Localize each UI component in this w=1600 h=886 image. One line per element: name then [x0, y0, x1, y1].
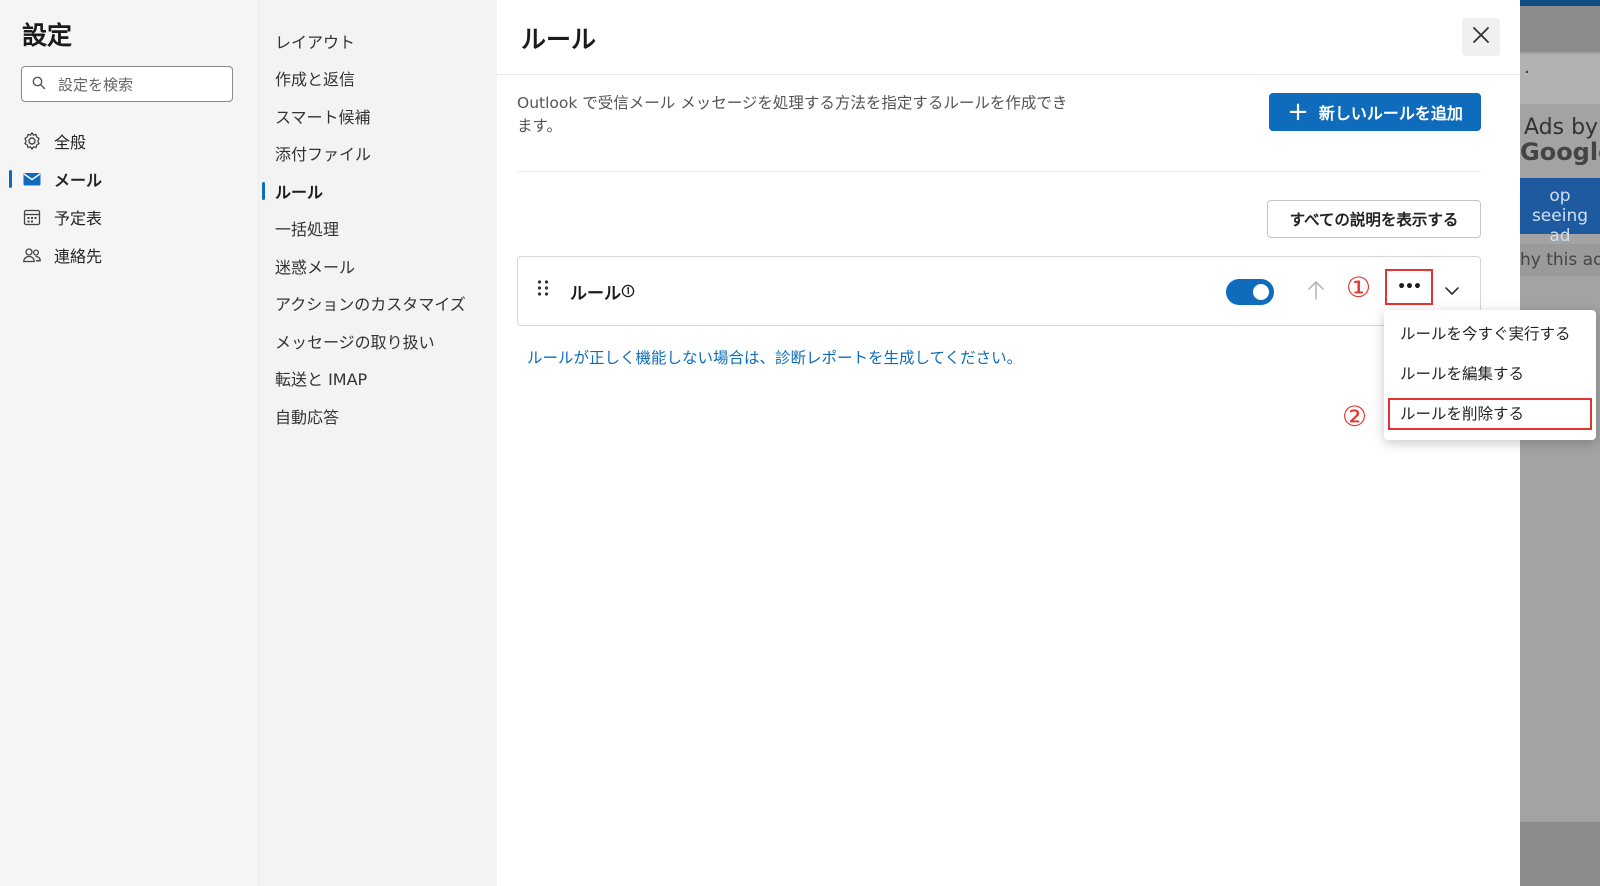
calendar-icon: [22, 207, 42, 227]
mail-settings-list: レイアウト 作成と返信 スマート候補 添付ファイル ルール 一括処理 迷惑メール…: [259, 22, 497, 435]
category-calendar[interactable]: 予定表: [0, 198, 258, 236]
mail-icon: [22, 169, 42, 189]
mail-nav-sweep[interactable]: 一括処理: [259, 210, 497, 248]
settings-dialog: 設定 全般 メール: [0, 0, 1520, 886]
gear-icon: [22, 131, 42, 151]
section-divider: [517, 171, 1481, 172]
settings-category-pane: 設定 全般 メール: [0, 0, 258, 886]
settings-title: 設定: [22, 21, 73, 50]
move-up-icon[interactable]: [1306, 279, 1326, 305]
mail-nav-junk[interactable]: 迷惑メール: [259, 247, 497, 285]
ad-dot: ·: [1524, 62, 1530, 83]
mail-nav-customize-actions[interactable]: アクションのカスタマイズ: [259, 285, 497, 323]
rules-panel: ルール Outlook で受信メール メッセージを処理する方法を指定するルールを…: [497, 0, 1520, 886]
mail-nav-attachments[interactable]: 添付ファイル: [259, 135, 497, 173]
category-label: 連絡先: [54, 247, 103, 266]
why-this-ad-link[interactable]: hy this ad?: [1520, 244, 1600, 276]
menu-run-rule-now[interactable]: ルールを今すぐ実行する: [1388, 318, 1592, 350]
rule-enabled-toggle[interactable]: [1226, 279, 1274, 305]
category-label: 予定表: [54, 209, 103, 228]
stop-seeing-ad-button[interactable]: op seeing ad: [1520, 178, 1600, 246]
plus-icon: +: [1287, 97, 1309, 127]
category-label: 全般: [54, 133, 87, 152]
show-all-descriptions-button[interactable]: すべての説明を表示する: [1267, 200, 1481, 238]
add-new-rule-button[interactable]: + 新しいルールを追加: [1269, 93, 1481, 131]
people-icon: [22, 245, 42, 265]
category-mail[interactable]: メール: [0, 160, 258, 198]
add-new-rule-label: 新しいルールを追加: [1318, 104, 1463, 123]
settings-search-box[interactable]: [21, 66, 233, 102]
annotation-marker-1: ①: [1346, 271, 1372, 304]
settings-search-input[interactable]: [56, 72, 230, 98]
page-title: ルール: [521, 25, 597, 54]
category-label: メール: [54, 171, 103, 190]
rule-name: ルール: [570, 284, 621, 304]
category-contacts[interactable]: 連絡先: [0, 236, 258, 274]
close-button[interactable]: [1462, 18, 1500, 56]
more-options-button[interactable]: •••: [1385, 269, 1433, 305]
mail-nav-forwarding-imap[interactable]: 転送と IMAP: [259, 360, 497, 398]
header-divider: [497, 74, 1520, 75]
ad-header-box: [1520, 54, 1600, 104]
search-icon: [32, 75, 46, 94]
info-icon: [621, 283, 635, 302]
settings-category-list: 全般 メール 予定表 連絡先: [0, 122, 258, 274]
rule-options-menu: ルールを今すぐ実行する ルールを編集する ルールを削除する: [1384, 310, 1596, 440]
menu-edit-rule[interactable]: ルールを編集する: [1388, 358, 1592, 390]
chevron-down-icon[interactable]: [1443, 283, 1461, 302]
mail-nav-smart-suggestions[interactable]: スマート候補: [259, 97, 497, 135]
more-icon: •••: [1397, 279, 1422, 295]
google-label: Google: [1520, 138, 1600, 166]
mail-nav-layout[interactable]: レイアウト: [259, 22, 497, 60]
mail-nav-compose-reply[interactable]: 作成と返信: [259, 60, 497, 98]
category-general[interactable]: 全般: [0, 122, 258, 160]
rules-description: Outlook で受信メール メッセージを処理する方法を指定するルールを作成でき…: [517, 94, 1068, 135]
drag-handle-icon[interactable]: [536, 279, 550, 301]
rule-row: ルール ① •••: [517, 256, 1481, 326]
mail-nav-auto-replies[interactable]: 自動応答: [259, 397, 497, 435]
diagnostic-report-link[interactable]: ルールが正しく機能しない場合は、診断レポートを生成してください。: [527, 346, 1022, 368]
mail-nav-rules[interactable]: ルール: [259, 172, 497, 210]
mail-nav-message-handling[interactable]: メッセージの取り扱い: [259, 322, 497, 360]
menu-delete-rule[interactable]: ルールを削除する: [1388, 398, 1592, 430]
mail-settings-pane: レイアウト 作成と返信 スマート候補 添付ファイル ルール 一括処理 迷惑メール…: [258, 0, 497, 886]
annotation-marker-2: ②: [1342, 400, 1368, 433]
toggle-knob: [1253, 284, 1269, 300]
close-icon: [1471, 25, 1491, 49]
